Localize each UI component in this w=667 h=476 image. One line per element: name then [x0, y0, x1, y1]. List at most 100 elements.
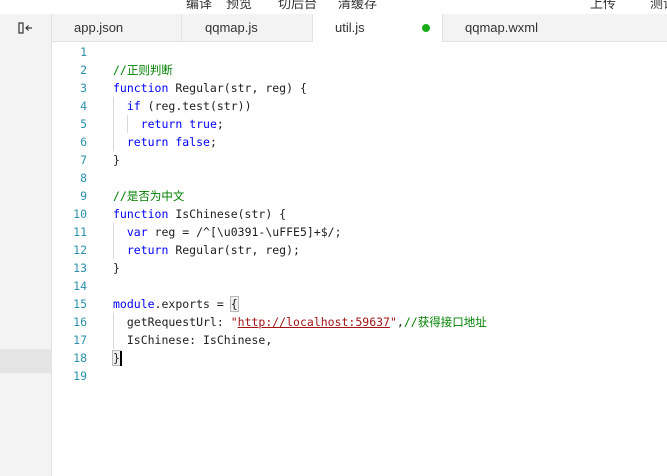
code-line[interactable]: 6 return false; [52, 133, 667, 151]
line-number: 16 [73, 315, 87, 329]
line-number: 7 [80, 153, 87, 167]
token-kw: var [126, 225, 148, 239]
token-kw: if [126, 99, 141, 113]
token-str: " [230, 315, 238, 329]
code-line[interactable]: 9 //是否为中文 [52, 187, 667, 205]
indent-guide [113, 313, 114, 349]
file-sidebar [0, 14, 52, 476]
toolbar-clear-cache[interactable]: 清缓存 [338, 0, 377, 12]
line-number: 8 [80, 171, 87, 185]
indent-guide [127, 115, 128, 133]
token-cmt: //获得接口地址 [403, 315, 487, 329]
token-kw: module [113, 297, 155, 311]
line-number: 17 [73, 333, 87, 347]
line-number: 3 [80, 81, 87, 95]
token-text: IsChinese: IsChinese, [113, 333, 273, 347]
line-number: 14 [73, 279, 87, 293]
token-bracket: } [112, 350, 121, 366]
token-text: } [113, 261, 120, 275]
tab-label: qqmap.js [205, 20, 258, 35]
token-cmt: //正则判断 [113, 63, 173, 77]
code-line[interactable]: 1 [52, 43, 667, 61]
code-line[interactable]: 3 function Regular(str, reg) { [52, 79, 667, 97]
top-toolbar: 编译 预览 切后台 清缓存 上传 测试 [0, 0, 667, 14]
code-line[interactable]: 2 //正则判断 [52, 61, 667, 79]
line-number: 9 [80, 189, 87, 203]
tab-label: app.json [74, 20, 124, 35]
toolbar-test[interactable]: 测试 [650, 0, 667, 12]
line-number: 13 [73, 261, 87, 275]
token-kw: return [126, 243, 169, 257]
line-number: 18 [73, 351, 87, 365]
token-text: , [396, 315, 404, 329]
code-text: return false; [113, 133, 217, 151]
code-text: } [112, 349, 121, 367]
code-line[interactable]: 16 getRequestUrl: "http://localhost:5963… [52, 313, 667, 331]
token-cmt: //是否为中文 [113, 189, 185, 203]
token-bracket: { [229, 296, 239, 312]
code-text: } [113, 151, 120, 169]
token-text: ; [216, 117, 224, 131]
token-kw: false [175, 135, 210, 149]
code-line[interactable]: 18} [52, 349, 667, 367]
code-line[interactable]: 7} [52, 151, 667, 169]
code-line[interactable]: 12 return Regular(str, reg); [52, 241, 667, 259]
code-text: function IsChinese(str) { [113, 205, 286, 223]
code-line[interactable]: 4 if (reg.test(str)) [52, 97, 667, 115]
token-kw: true [189, 117, 217, 131]
code-line[interactable]: 13} [52, 259, 667, 277]
tab-util-js[interactable]: util.js [313, 14, 443, 42]
code-line[interactable]: 15 module.exports = { [52, 295, 667, 313]
code-text: } [113, 259, 120, 277]
code-line[interactable]: 8 [52, 169, 667, 187]
toolbar-compile[interactable]: 编译 [186, 0, 212, 12]
code-text: return Regular(str, reg); [113, 241, 300, 259]
token-text: ; [209, 135, 217, 149]
tab-qqmap-wxml[interactable]: qqmap.wxml [443, 14, 573, 42]
token-text: getRequestUrl: [113, 315, 231, 329]
code-line[interactable]: 11 var reg = /^[\u0391-\uFFE5]+$/; [52, 223, 667, 241]
line-number: 1 [80, 45, 87, 59]
tab-label: util.js [335, 20, 365, 35]
code-text: return true; [113, 115, 224, 133]
code-line[interactable]: 5 return true; [52, 115, 667, 133]
token-kw: function [113, 207, 169, 221]
token-text: IsChinese(str) { [168, 207, 287, 221]
code-text: module.exports = { [113, 295, 239, 313]
toolbar-preview[interactable]: 预览 [226, 0, 252, 12]
code-line[interactable]: 17 IsChinese: IsChinese, [52, 331, 667, 349]
editor-tab-bar: app.json qqmap.js util.js qqmap.wxml [52, 14, 667, 42]
line-number: 15 [73, 297, 87, 311]
code-line[interactable]: 10 function IsChinese(str) { [52, 205, 667, 223]
code-text: function Regular(str, reg) { [113, 79, 307, 97]
sidebar-selected-row[interactable] [0, 349, 52, 373]
collapse-sidebar-icon[interactable] [0, 14, 52, 42]
tab-app-json[interactable]: app.json [52, 14, 182, 42]
line-number: 6 [80, 135, 87, 149]
token-kw: return [126, 135, 169, 149]
line-number: 10 [73, 207, 87, 221]
code-line[interactable]: 19 [52, 367, 667, 385]
indent-guide [113, 97, 114, 151]
code-text: IsChinese: IsChinese, [113, 331, 272, 349]
tab-qqmap-js[interactable]: qqmap.js [182, 14, 313, 42]
code-text: getRequestUrl: "http://localhost:59637",… [113, 313, 487, 331]
toolbar-upload[interactable]: 上传 [590, 0, 616, 12]
line-number: 2 [80, 63, 87, 77]
line-number: 4 [80, 99, 87, 113]
code-line[interactable]: 14 [52, 277, 667, 295]
code-editor[interactable]: 1 2//正则判断 3 function Regular(str, reg) {4 i… [52, 42, 667, 476]
token-text: Regular(str, reg); [168, 243, 300, 257]
token-text: Regular(str, reg) { [168, 81, 307, 95]
line-number: 12 [73, 243, 87, 257]
code-text: //是否为中文 [113, 187, 184, 205]
code-text: //正则判断 [113, 61, 173, 79]
indent-guide [113, 223, 114, 259]
code-text: var reg = /^[\u0391-\uFFE5]+$/; [113, 223, 342, 241]
token-text: } [113, 153, 120, 167]
toolbar-background[interactable]: 切后台 [278, 0, 317, 12]
